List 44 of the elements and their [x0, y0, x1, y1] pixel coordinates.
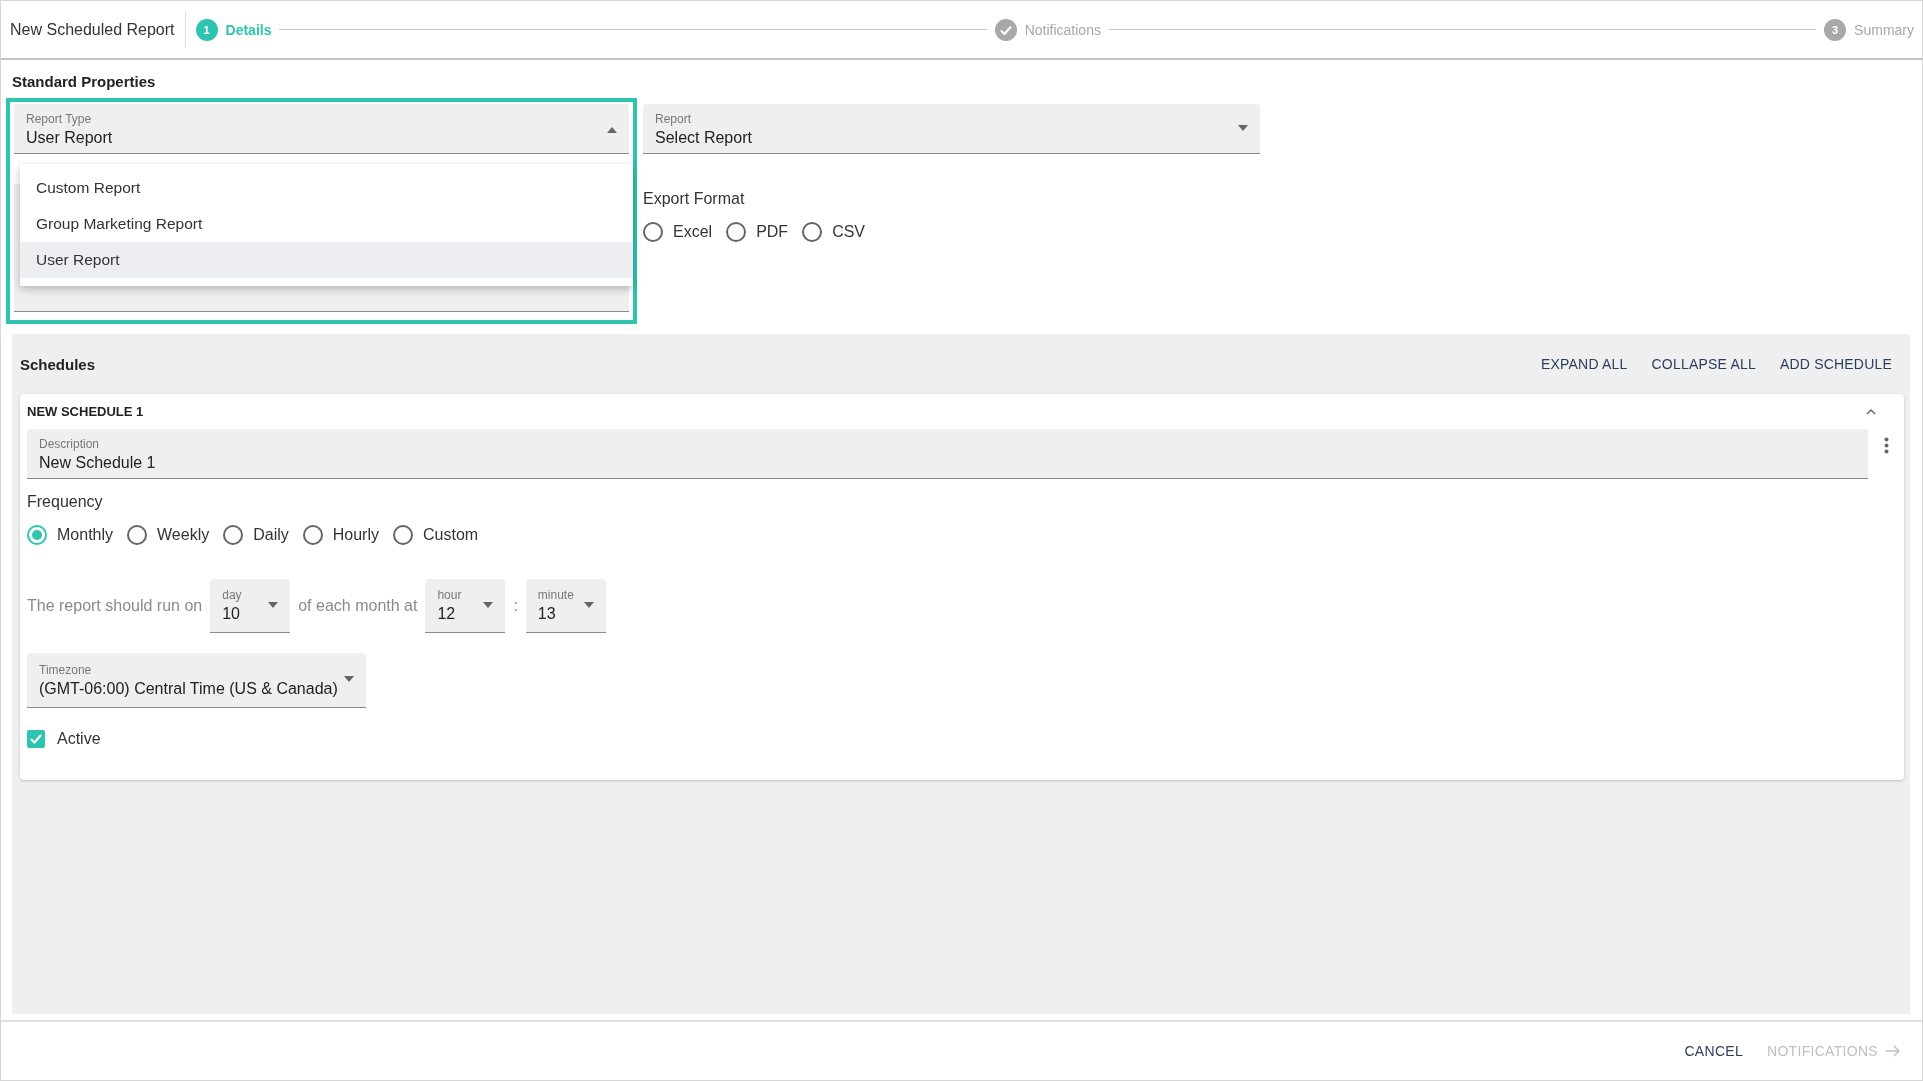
text-button[interactable]: EXPAND ALL: [1529, 350, 1640, 378]
checkbox-label: Active: [57, 730, 101, 748]
menu-option[interactable]: User Report: [20, 242, 633, 278]
menu-option[interactable]: Custom Report: [20, 170, 633, 206]
field-label: Export Format: [643, 190, 746, 208]
text-button[interactable]: COLLAPSE ALL: [1639, 350, 1768, 378]
select-field[interactable]: hour 12: [425, 579, 506, 633]
radio-option[interactable]: Daily: [223, 525, 289, 545]
select-field[interactable]: day 10: [210, 579, 291, 633]
more-icon[interactable]: [1883, 437, 1889, 454]
checkbox[interactable]: [27, 730, 45, 748]
caret-down-icon: [268, 601, 279, 608]
field-label: Frequency: [27, 493, 104, 511]
text-button[interactable]: CANCEL: [1674, 1037, 1753, 1065]
report-title: New Scheduled Report: [1, 11, 186, 48]
arrow-right-icon: [1886, 1044, 1900, 1058]
caret-down-icon: [1238, 124, 1248, 131]
radio-option[interactable]: PDF: [726, 222, 789, 242]
section-heading: Schedules: [20, 355, 97, 373]
radio-option[interactable]: Hourly: [302, 525, 379, 545]
caret-down-icon: [483, 601, 494, 608]
time-separator: :: [513, 597, 518, 615]
menu-option[interactable]: Group Marketing Report: [20, 206, 633, 242]
radio-option[interactable]: Excel: [643, 222, 713, 242]
radio-option[interactable]: CSV: [802, 222, 866, 242]
step-number: 1: [195, 18, 218, 41]
radio-option[interactable]: Monthly: [27, 525, 114, 545]
check-icon: [29, 732, 43, 746]
text-button[interactable]: ADD SCHEDULE: [1767, 350, 1904, 378]
section-heading: Standard Properties: [12, 73, 157, 90]
radio-option[interactable]: Weekly: [127, 525, 210, 545]
schedule-title: NEW SCHEDULE 1: [27, 404, 145, 419]
sentence-text: The report should run on: [27, 597, 203, 615]
select-field[interactable]: Report Select Report: [643, 104, 1260, 154]
caret-down-icon: [344, 676, 354, 682]
step-number: 3: [1824, 18, 1847, 41]
select-field[interactable]: Report Type User Report: [14, 104, 629, 154]
sentence-text: of each month at: [298, 597, 418, 615]
chevron-up-icon[interactable]: [1866, 407, 1876, 416]
select-field[interactable]: minute 13: [525, 579, 606, 633]
radio-option[interactable]: Custom: [393, 525, 479, 545]
caret-down-icon: [583, 601, 594, 608]
text-field[interactable]: Description New Schedule 1: [27, 429, 1868, 479]
select-field[interactable]: Timezone (GMT-06:00) Central Time (US & Canada): [27, 653, 366, 708]
